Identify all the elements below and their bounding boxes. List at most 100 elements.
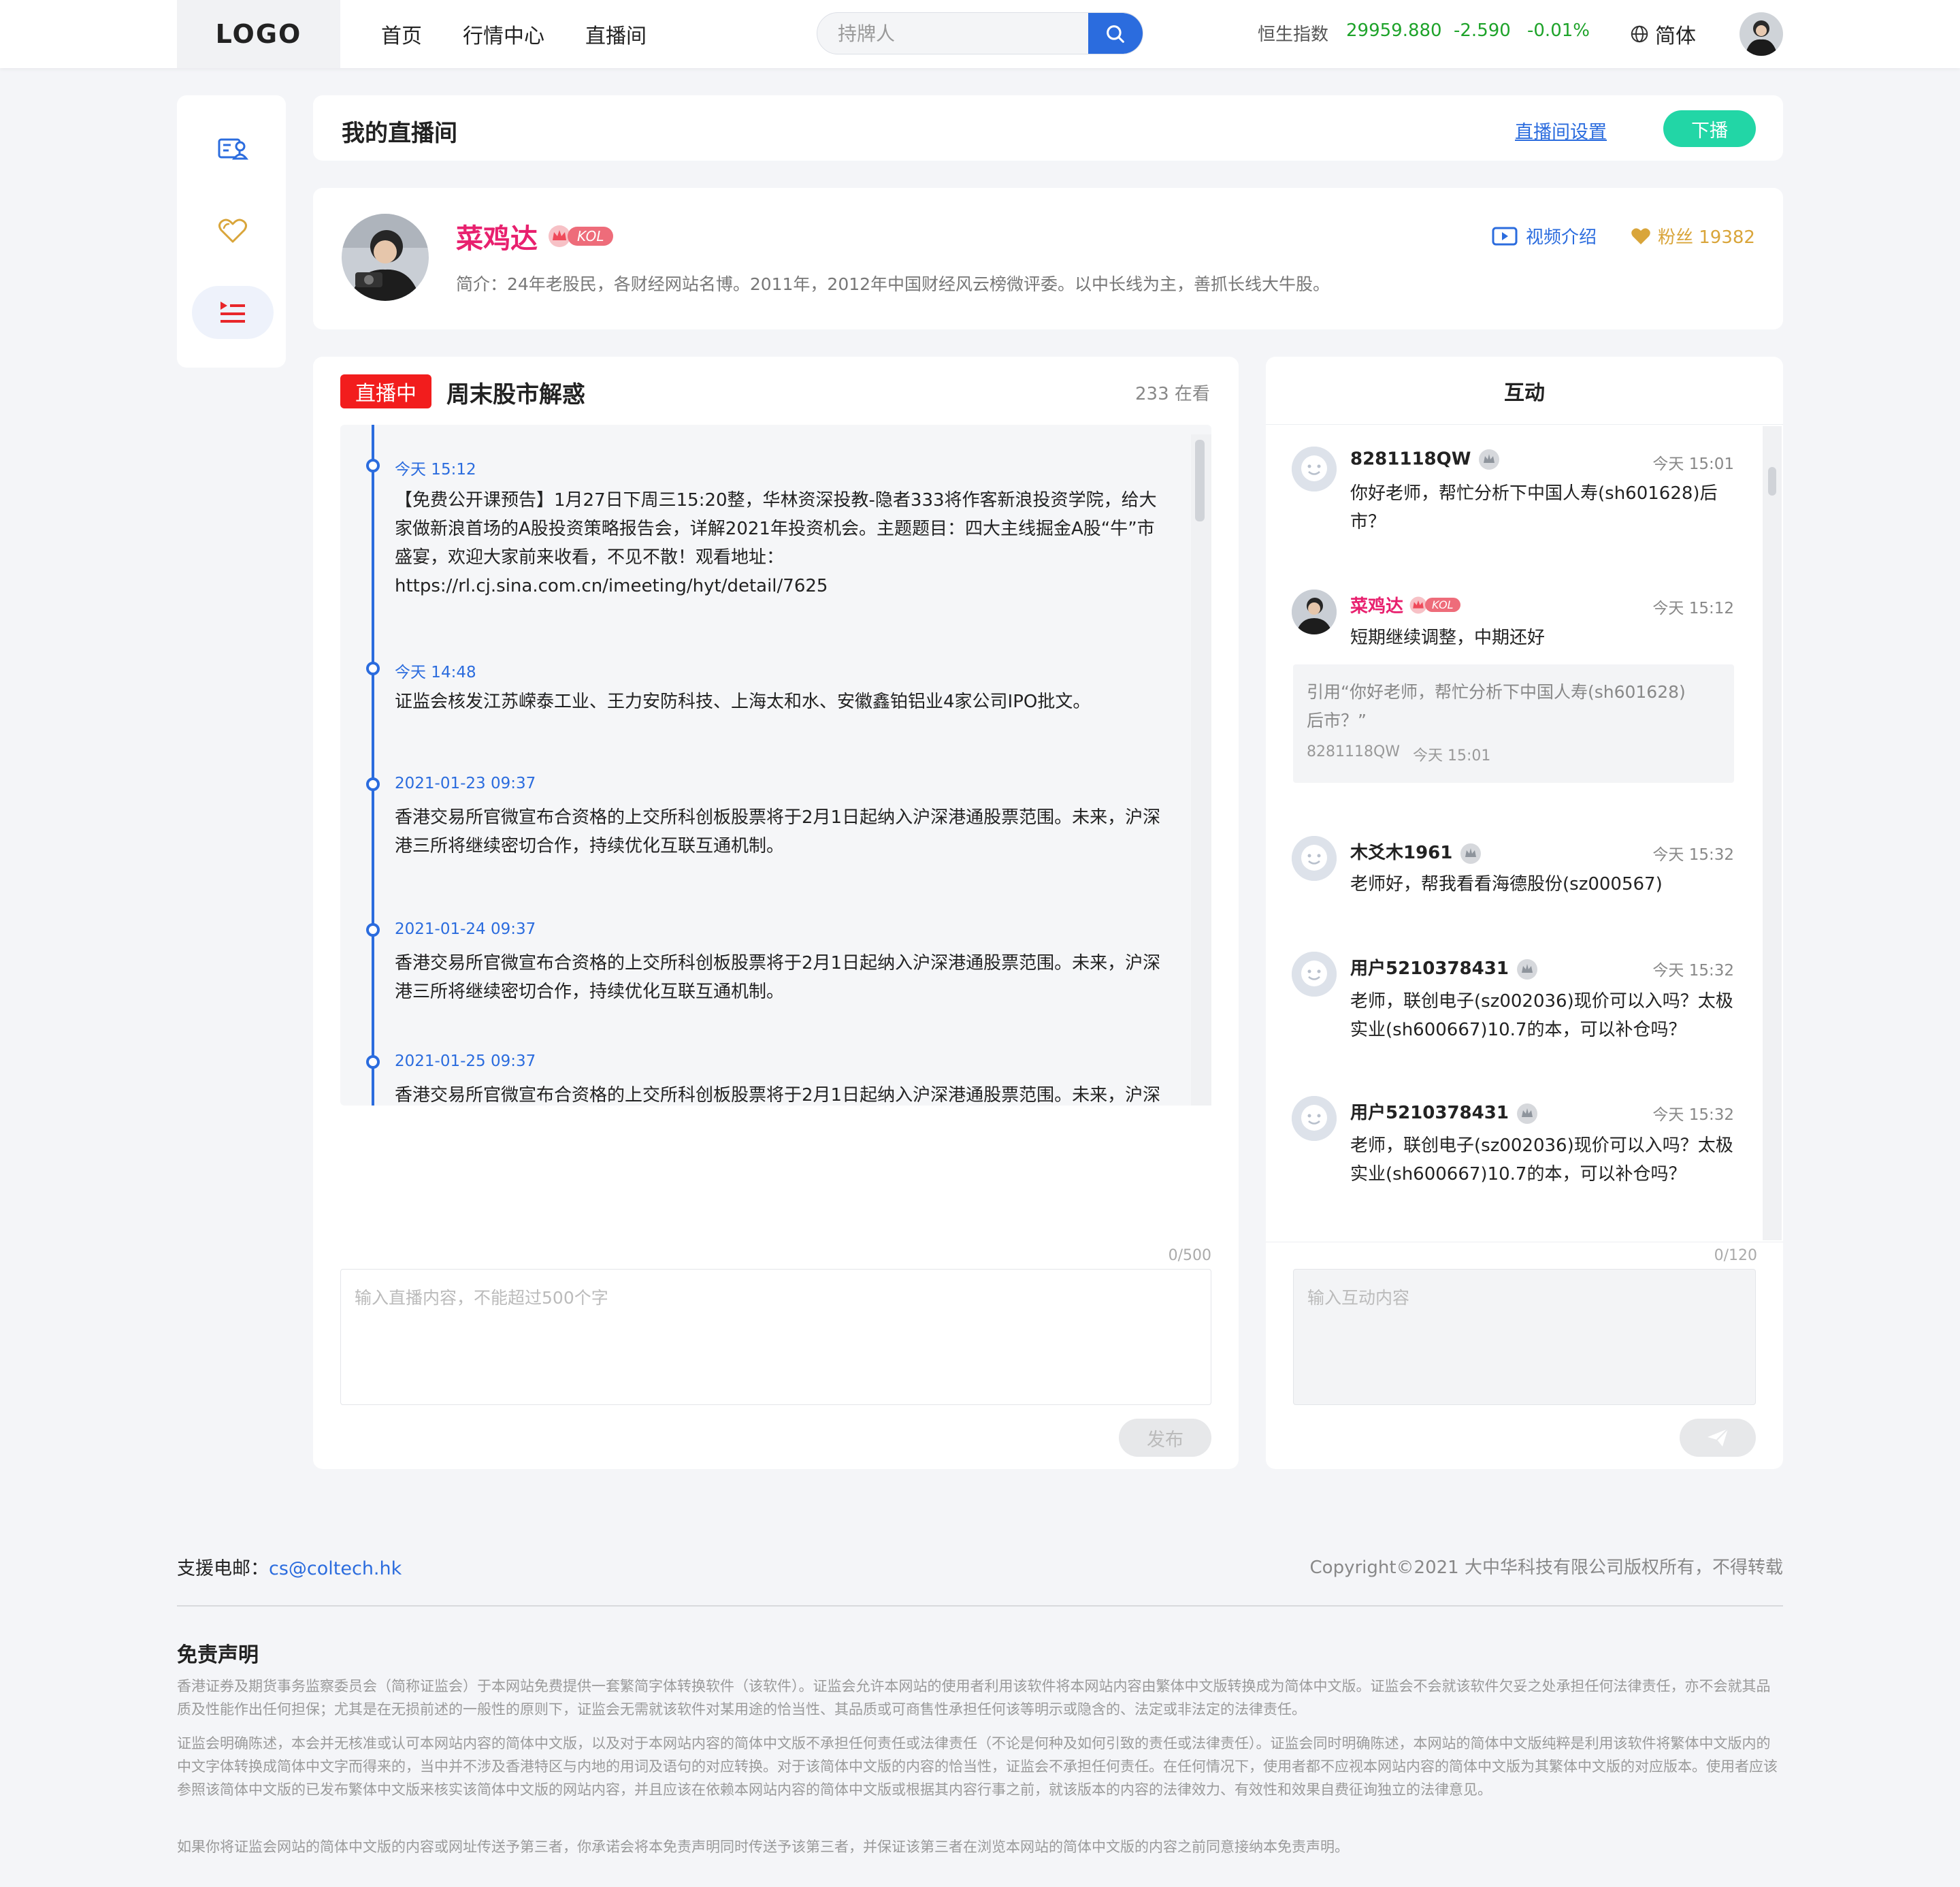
chat-avatar	[1292, 836, 1337, 881]
entry-text: 香港交易所官微宣布合资格的上交所科创板股票将于2月1日起纳入沪深港通股票范围。未…	[395, 807, 1161, 856]
live-status-badge: 直播中	[340, 374, 431, 408]
room-settings-link[interactable]: 直播间设置	[1515, 117, 1607, 144]
default-avatar-icon	[1292, 1096, 1337, 1141]
viewer-count: 233 在看	[1135, 384, 1210, 404]
publish-button[interactable]: 发布	[1119, 1419, 1211, 1457]
disclaimer-paragraph: 香港证券及期货事务监察委员会（简称证监会）于本网站免费提供一套繁简字体转换软件（…	[177, 1678, 1771, 1717]
chat-message: 老师，联创电子(sz002036)现价可以入吗？太极实业(sh600667)10…	[1350, 991, 1733, 1040]
disclaimer-title: 免责声明	[177, 1643, 259, 1667]
chat-avatar	[1292, 952, 1337, 997]
chat-time: 今天 15:32	[1652, 1106, 1734, 1124]
send-button[interactable]	[1680, 1419, 1756, 1457]
quote-time: 今天 15:01	[1413, 747, 1491, 764]
globe-icon	[1631, 25, 1648, 43]
host-name-row: 菜鸡达 KOL	[456, 216, 614, 256]
logo[interactable]: LOGO	[177, 0, 340, 68]
timeline-dot	[366, 459, 380, 472]
top-header: LOGO 首页 行情中心 直播间 恒生指数 29959.880 -2.590 -…	[0, 0, 1960, 68]
entry-time: 2021-01-23 09:37	[395, 775, 536, 792]
index-percent: -0.01%	[1527, 20, 1590, 41]
chat-avatar	[1292, 1096, 1337, 1141]
member-badge-icon	[1479, 449, 1500, 470]
support-email-link[interactable]: cs@coltech.hk	[269, 1558, 402, 1579]
timeline-dot	[366, 777, 380, 791]
chat-user-row: 8281118QW	[1350, 448, 1501, 471]
chat-scrollbar[interactable]	[1763, 426, 1782, 1240]
end-broadcast-button[interactable]: 下播	[1663, 110, 1756, 147]
kol-badge: KOL	[547, 224, 614, 248]
search-button[interactable]	[1088, 13, 1143, 54]
side-nav-live-list[interactable]	[192, 286, 274, 339]
entry-text: 香港交易所官微宣布合资格的上交所科创板股票将于2月1日起纳入沪深港通股票范围。未…	[395, 953, 1161, 1002]
nav-market-center[interactable]: 行情中心	[463, 19, 544, 49]
entry-time: 2021-01-25 09:37	[395, 1052, 536, 1070]
chat-input[interactable]	[1293, 1269, 1756, 1405]
video-intro-link[interactable]: 视频介绍	[1492, 223, 1597, 248]
chat-username: 用户5210378431	[1350, 958, 1509, 979]
language-label: 简体	[1655, 25, 1696, 48]
entry-time: 今天 14:48	[395, 664, 476, 681]
entry-text: 【免费公开课预告】1月27日下周三15:20整，华林资深投教-隐者333将作客新…	[395, 490, 1157, 596]
member-badge-icon	[1460, 843, 1482, 864]
chat-user-row: 用户5210378431	[1350, 954, 1539, 981]
chat-username: 菜鸡达	[1350, 596, 1404, 617]
interaction-title: 互动	[1266, 357, 1783, 425]
host-avatar	[342, 214, 429, 301]
timeline-dot	[366, 662, 380, 675]
live-timeline-content: 今天 15:12 【免费公开课预告】1月27日下周三15:20整，华林资深投教-…	[340, 425, 1205, 1106]
chat-time: 今天 15:01	[1652, 455, 1734, 473]
chat-scroll-thumb[interactable]	[1768, 467, 1776, 496]
chat-message: 老师，联创电子(sz002036)现价可以入吗？太极实业(sh600667)10…	[1350, 1135, 1733, 1184]
default-avatar-icon	[1292, 447, 1337, 491]
side-nav-profile[interactable]	[192, 123, 274, 176]
nav-home[interactable]: 首页	[381, 19, 422, 49]
live-content-input[interactable]	[340, 1269, 1211, 1405]
chat-time: 今天 15:32	[1652, 846, 1734, 864]
copyright: Copyright©2021 大中华科技有限公司版权所有，不得转载	[1309, 1558, 1783, 1578]
live-scroll-thumb[interactable]	[1195, 440, 1205, 521]
heart-icon	[218, 219, 247, 243]
quote-user: 8281118QW	[1307, 743, 1401, 760]
side-nav-favorites[interactable]	[192, 204, 274, 257]
disclaimer-paragraph: 如果你将证监会网站的简体中文版的内容或网址传送予第三者，你承诺会将本免责声明同时…	[177, 1839, 1349, 1855]
chat-message: 短期继续调整，中期还好	[1350, 628, 1546, 648]
search-bar	[817, 12, 1143, 54]
timeline-dot	[366, 923, 380, 937]
live-char-counter: 0/500	[1168, 1247, 1211, 1264]
entry-time: 2021-01-24 09:37	[395, 920, 536, 938]
entry-time: 今天 15:12	[395, 461, 476, 479]
nav-live-room[interactable]: 直播间	[585, 19, 647, 49]
fans-count: 粉丝 19382	[1631, 223, 1755, 248]
language-switcher[interactable]: 简体	[1629, 19, 1696, 49]
chat-username: 木爻木1961	[1350, 843, 1453, 863]
entry-text: 香港交易所官微宣布合资格的上交所科创板股票将于2月1日起纳入沪深港通股票范围。未…	[395, 1085, 1161, 1106]
send-icon	[1708, 1428, 1729, 1447]
room-header: 我的直播间 直播间设置 下播	[313, 95, 1783, 161]
kol-badge: KOL	[1409, 596, 1460, 615]
chat-time: 今天 15:12	[1652, 600, 1734, 617]
user-avatar[interactable]	[1740, 12, 1783, 56]
entry-text: 证监会核发江苏嵘泰工业、王力安防科技、上海太和水、安徽鑫铂铝业4家公司IPO批文…	[395, 692, 1091, 712]
video-play-icon	[1492, 227, 1518, 245]
search-input[interactable]	[817, 13, 1090, 54]
host-chat-avatar	[1292, 590, 1337, 634]
index-change: -2.590	[1454, 20, 1511, 41]
chat-message: 你好老师，帮忙分析下中国人寿(sh601628)后市？	[1350, 483, 1718, 532]
profile-card: 菜鸡达 KOL 简介：24年老股民，各财经网站名博。2011年，2012年中国财…	[313, 188, 1783, 329]
host-bio: 简介：24年老股民，各财经网站名博。2011年，2012年中国财经风云榜微评委。…	[456, 274, 1330, 294]
index-name: 恒生指数	[1258, 25, 1329, 45]
timeline-line	[372, 425, 374, 1106]
quoted-message: 引用“你好老师，帮忙分析下中国人寿(sh601628)后市？” 8281118Q…	[1293, 664, 1734, 783]
quote-text: 引用“你好老师，帮忙分析下中国人寿(sh601628)后市？”	[1307, 682, 1686, 730]
chat-username: 8281118QW	[1350, 449, 1471, 470]
chat-user-row: 菜鸡达 KOL	[1350, 592, 1460, 617]
host-name: 菜鸡达	[456, 223, 538, 255]
chat-username: 用户5210378431	[1350, 1103, 1509, 1123]
heart-filled-icon	[1631, 227, 1650, 244]
support-label: 支援电邮：	[177, 1558, 269, 1579]
chat-avatar	[1292, 447, 1337, 491]
live-title: 周末股市解惑	[446, 381, 585, 408]
timeline-dot	[366, 1055, 380, 1069]
chat-user-row: 木爻木1961	[1350, 839, 1482, 865]
chat-message: 老师好，帮我看看海德股份(sz000567)	[1350, 874, 1663, 894]
